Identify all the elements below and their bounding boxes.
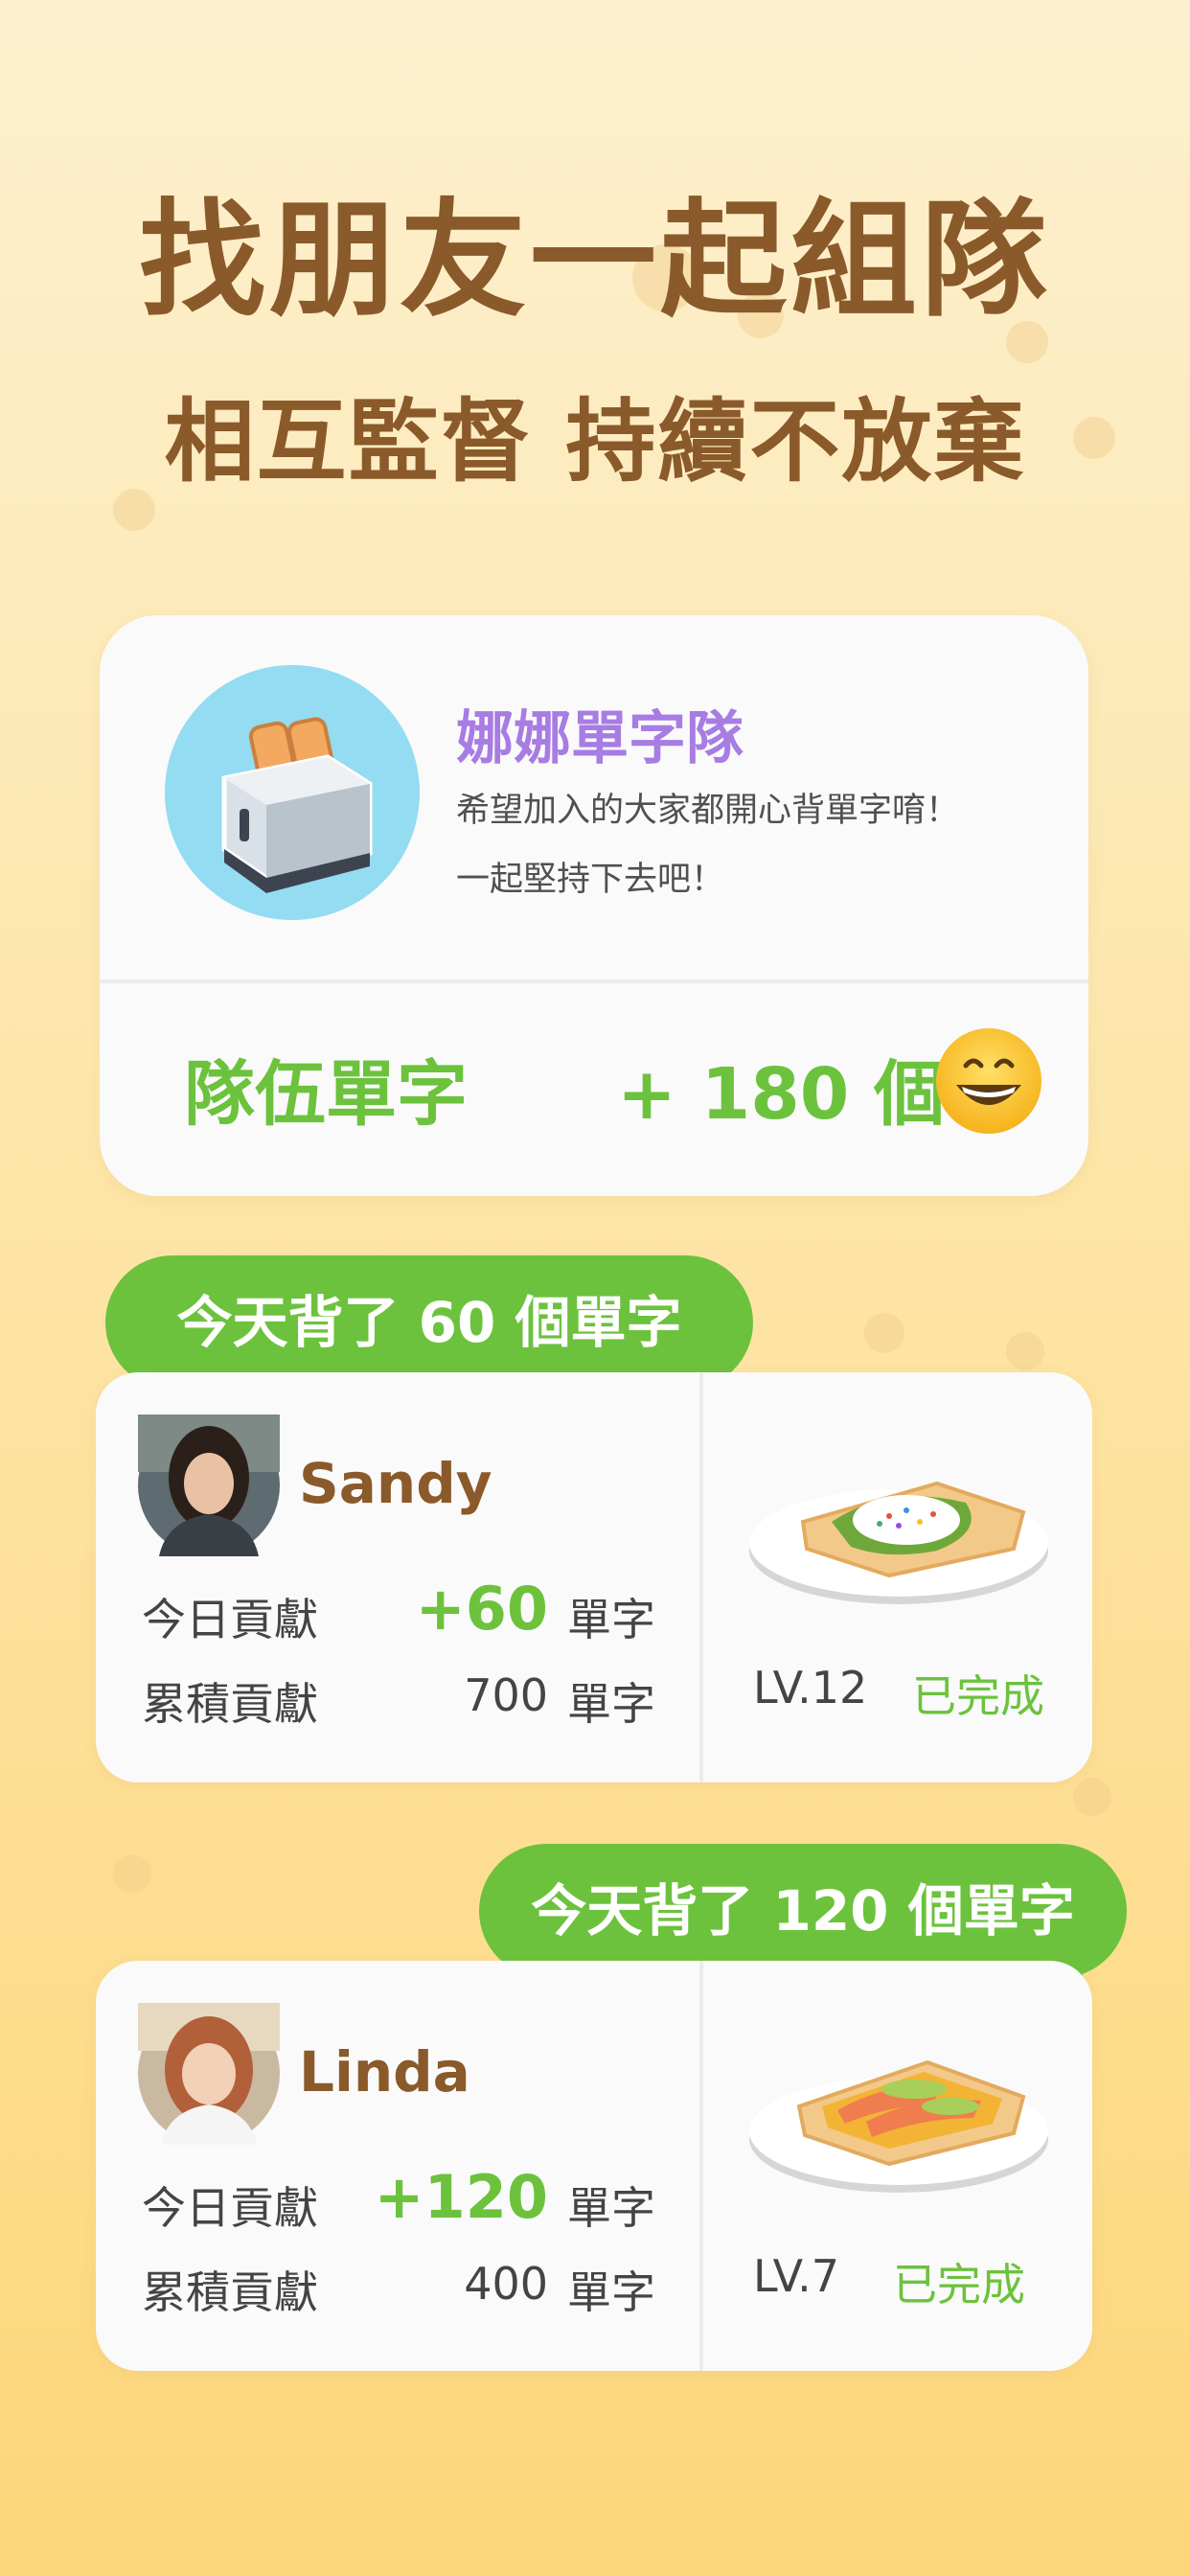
decor-dot: [864, 1313, 904, 1353]
divider: [699, 1961, 703, 2371]
divider: [100, 979, 1088, 983]
member-name: Linda: [299, 2039, 470, 2104]
progress-bubble: 今天背了 60 個單字: [105, 1255, 753, 1390]
decor-dot: [1073, 1778, 1111, 1816]
member-level: LV.7: [753, 2250, 840, 2302]
avatar: [138, 2003, 280, 2145]
team-description-line: 希望加入的大家都開心背單字唷！: [456, 792, 960, 830]
today-contribution-unit: 單字: [567, 1594, 655, 1645]
today-contribution-value: +120: [374, 2162, 548, 2232]
avocado-toast-icon: [745, 1426, 1052, 1618]
grinning-face-icon: [933, 1025, 1044, 1137]
decor-dot: [1006, 1332, 1044, 1370]
page-title: 找朋友一起組隊: [139, 187, 1051, 334]
total-contribution-unit: 單字: [567, 2266, 655, 2318]
team-description: 希望加入的大家都開心背單字唷！ 一起堅持下去吧！: [456, 776, 1069, 914]
today-contribution-value: +60: [415, 1574, 548, 1644]
status-badge: 已完成: [893, 2259, 1025, 2311]
total-contribution-value: 400: [464, 2258, 548, 2310]
decor-dot: [113, 1854, 151, 1893]
member-card[interactable]: Linda 今日貢獻 +120 單字 累積貢獻 400 單字 LV.7 已完成: [96, 1961, 1092, 2371]
today-contribution-unit: 單字: [567, 2182, 655, 2234]
today-contribution-label: 今日貢獻: [142, 1594, 318, 1645]
team-description-line: 一起堅持下去吧！: [456, 861, 725, 899]
toaster-icon: [165, 665, 420, 920]
status-badge: 已完成: [912, 1670, 1044, 1722]
today-contribution-label: 今日貢獻: [142, 2182, 318, 2234]
team-name: 娜娜單字隊: [456, 705, 744, 772]
divider: [699, 1372, 703, 1782]
member-card[interactable]: Sandy 今日貢獻 +60 單字 累積貢獻 700 單字 LV.12 已完成: [96, 1372, 1092, 1782]
member-level: LV.12: [753, 1662, 868, 1714]
team-card[interactable]: 娜娜單字隊 希望加入的大家都開心背單字唷！ 一起堅持下去吧！ 隊伍單字 + 18…: [100, 615, 1088, 1196]
total-contribution-label: 累積貢獻: [142, 1678, 318, 1730]
total-contribution-unit: 單字: [567, 1678, 655, 1730]
total-contribution-label: 累積貢獻: [142, 2266, 318, 2318]
avatar: [138, 1414, 280, 1556]
progress-bubble: 今天背了 120 個單字: [479, 1844, 1127, 1978]
member-name: Sandy: [299, 1451, 492, 1516]
team-words-label: 隊伍單字: [184, 1053, 468, 1136]
page-subtitle: 相互監督 持續不放棄: [164, 390, 1026, 494]
total-contribution-value: 700: [464, 1669, 548, 1721]
team-words-count: + 180 個: [617, 1053, 945, 1136]
salmon-toast-icon: [745, 2014, 1052, 2206]
